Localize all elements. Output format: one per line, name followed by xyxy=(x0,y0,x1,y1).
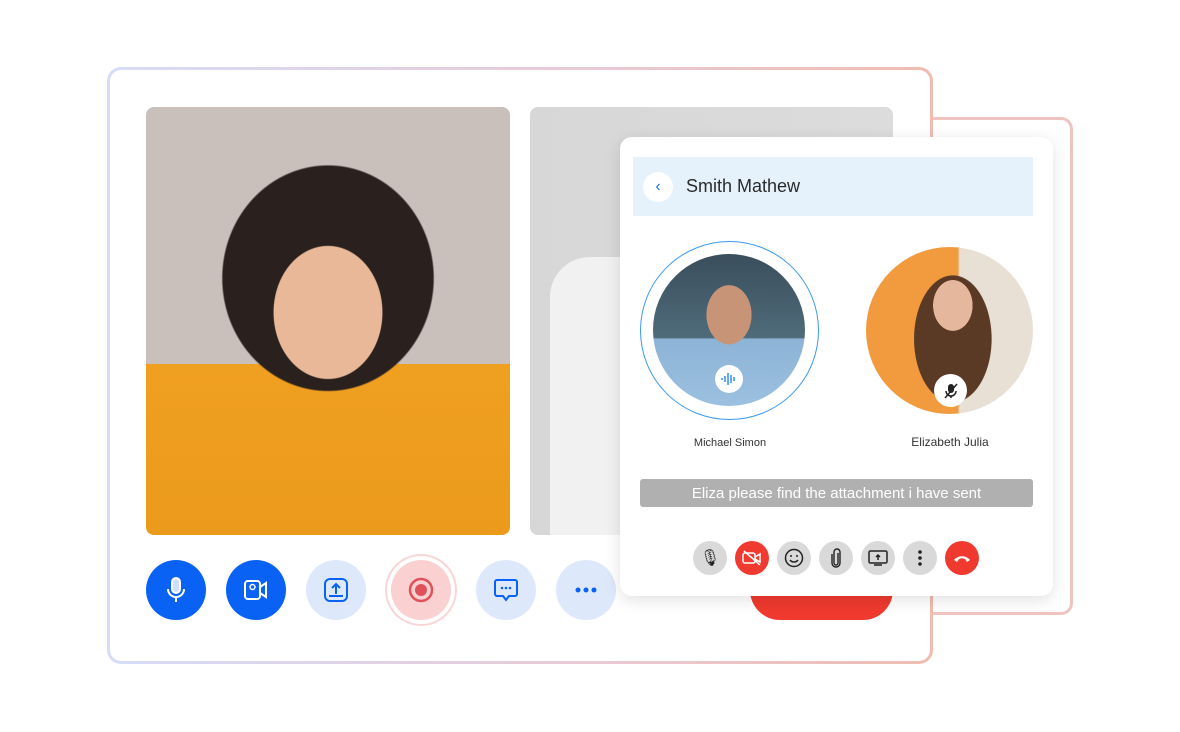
screen-share-icon xyxy=(868,550,888,566)
hang-up-icon xyxy=(954,556,970,562)
video-tile-woman-headphones xyxy=(146,107,510,535)
participant-name: Elizabeth Julia xyxy=(911,435,989,449)
popup-video-off-button[interactable] xyxy=(735,541,769,575)
audio-wave-icon xyxy=(715,365,743,393)
popup-screen-share-button[interactable] xyxy=(861,541,895,575)
popup-emoji-button[interactable] xyxy=(777,541,811,575)
popup-hang-up-button[interactable] xyxy=(945,541,979,575)
mic-muted-icon xyxy=(934,374,967,407)
record-button[interactable] xyxy=(391,560,451,620)
share-screen-icon xyxy=(324,578,348,602)
more-vertical-icon xyxy=(918,550,922,566)
video-off-icon xyxy=(742,550,761,566)
popup-header: ‹ Smith Mathew xyxy=(633,157,1033,216)
popup-more-button[interactable] xyxy=(903,541,937,575)
popup-mic-button[interactable]: 🎙 xyxy=(693,541,727,575)
contact-name: Smith Mathew xyxy=(686,176,801,196)
emoji-icon xyxy=(784,548,804,568)
participant-name: Michael Simon xyxy=(693,437,767,449)
back-button[interactable]: ‹ xyxy=(643,171,673,202)
share-button[interactable] xyxy=(306,560,366,620)
mic-button[interactable] xyxy=(146,560,206,620)
chat-icon xyxy=(494,579,518,602)
chevron-left-icon: ‹ xyxy=(655,177,661,195)
camera-button[interactable] xyxy=(226,560,286,620)
chat-button[interactable] xyxy=(476,560,536,620)
attachment-icon xyxy=(831,548,841,568)
microphone-icon: 🎙 xyxy=(699,550,721,567)
microphone-icon xyxy=(167,577,185,602)
popup-attachment-button[interactable] xyxy=(819,541,853,575)
more-icon xyxy=(575,587,597,593)
message-banner: Eliza please find the attachment i have … xyxy=(640,479,1033,507)
more-button[interactable] xyxy=(556,560,616,620)
video-camera-icon xyxy=(244,580,267,600)
call-popup: ‹ Smith Mathew Michael Simon Elizabeth J… xyxy=(620,137,1053,596)
record-icon xyxy=(408,577,434,603)
